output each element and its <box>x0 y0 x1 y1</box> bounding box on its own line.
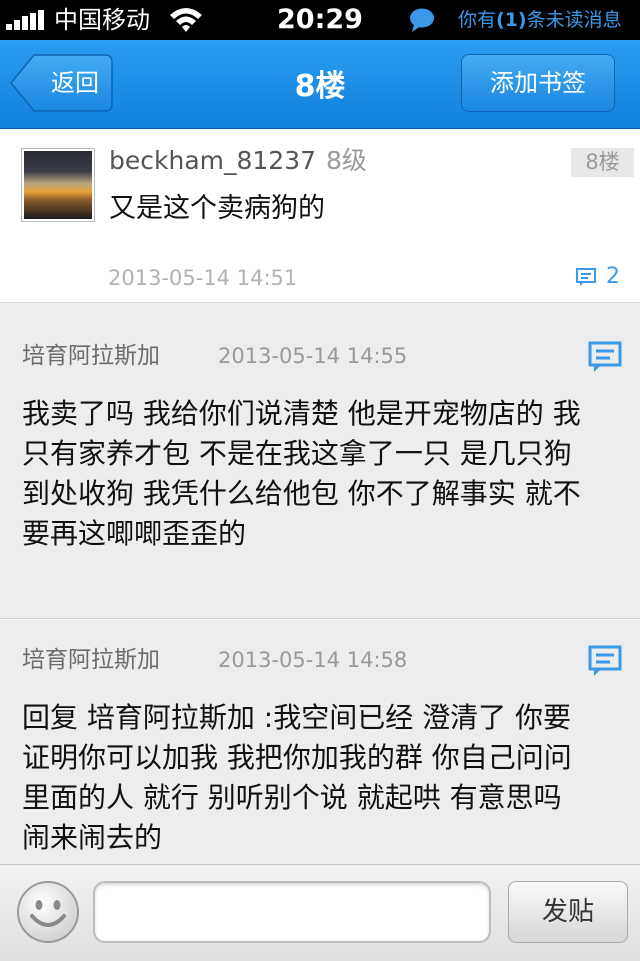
compose-bar: 发贴 <box>0 864 640 961</box>
unread-messages-link[interactable]: 你有(1)条未读消息 <box>458 8 622 32</box>
user-level: 8级 <box>326 146 367 175</box>
reply-author[interactable]: 培育阿拉斯加 <box>22 645 160 675</box>
reply-item: 培育阿拉斯加 2013-05-14 14:55 我卖了吗 我给你们说清楚 他是开… <box>0 318 640 619</box>
reply-content: 我卖了吗 我给你们说清楚 他是开宠物店的 我只有家养才包 不是在我这拿了一只 是… <box>22 397 581 550</box>
post-content: 又是这个卖病狗的 <box>109 193 325 224</box>
comment-icon[interactable] <box>588 341 622 373</box>
reply-timestamp: 2013-05-14 14:58 <box>218 648 408 672</box>
reply-content: 回复 培育阿拉斯加 :我空间已经 澄清了 你要证明你可以加我 我把你加我的群 你… <box>22 701 572 854</box>
post-button[interactable]: 发贴 <box>508 881 628 943</box>
add-bookmark-button[interactable]: 添加书签 <box>461 54 615 112</box>
reply-author[interactable]: 培育阿拉斯加 <box>22 341 160 371</box>
post-timestamp: 2013-05-14 14:51 <box>108 266 298 290</box>
emoji-icon[interactable] <box>16 880 80 944</box>
chat-bubble-icon[interactable] <box>408 7 436 33</box>
main-post: beckham_81237 8级 8楼 又是这个卖病狗的 2013-05-14 1… <box>0 129 640 303</box>
status-bar: 中国移动 20:29 你有(1)条未读消息 <box>0 0 640 40</box>
floor-badge: 8楼 <box>571 148 634 177</box>
reply-count-value: 2 <box>606 264 620 289</box>
reply-item: 培育阿拉斯加 2013-05-14 14:58 回复 培育阿拉斯加 :我空间已经… <box>0 622 640 864</box>
username: beckham_81237 <box>109 146 317 175</box>
avatar[interactable] <box>22 149 94 221</box>
reply-input[interactable] <box>93 881 491 943</box>
comment-icon[interactable] <box>588 645 622 677</box>
post-author[interactable]: beckham_81237 8级 <box>109 145 367 177</box>
comment-icon <box>576 268 596 286</box>
navigation-bar: 返回 8楼 添加书签 <box>0 40 640 129</box>
reply-timestamp: 2013-05-14 14:55 <box>218 344 408 368</box>
